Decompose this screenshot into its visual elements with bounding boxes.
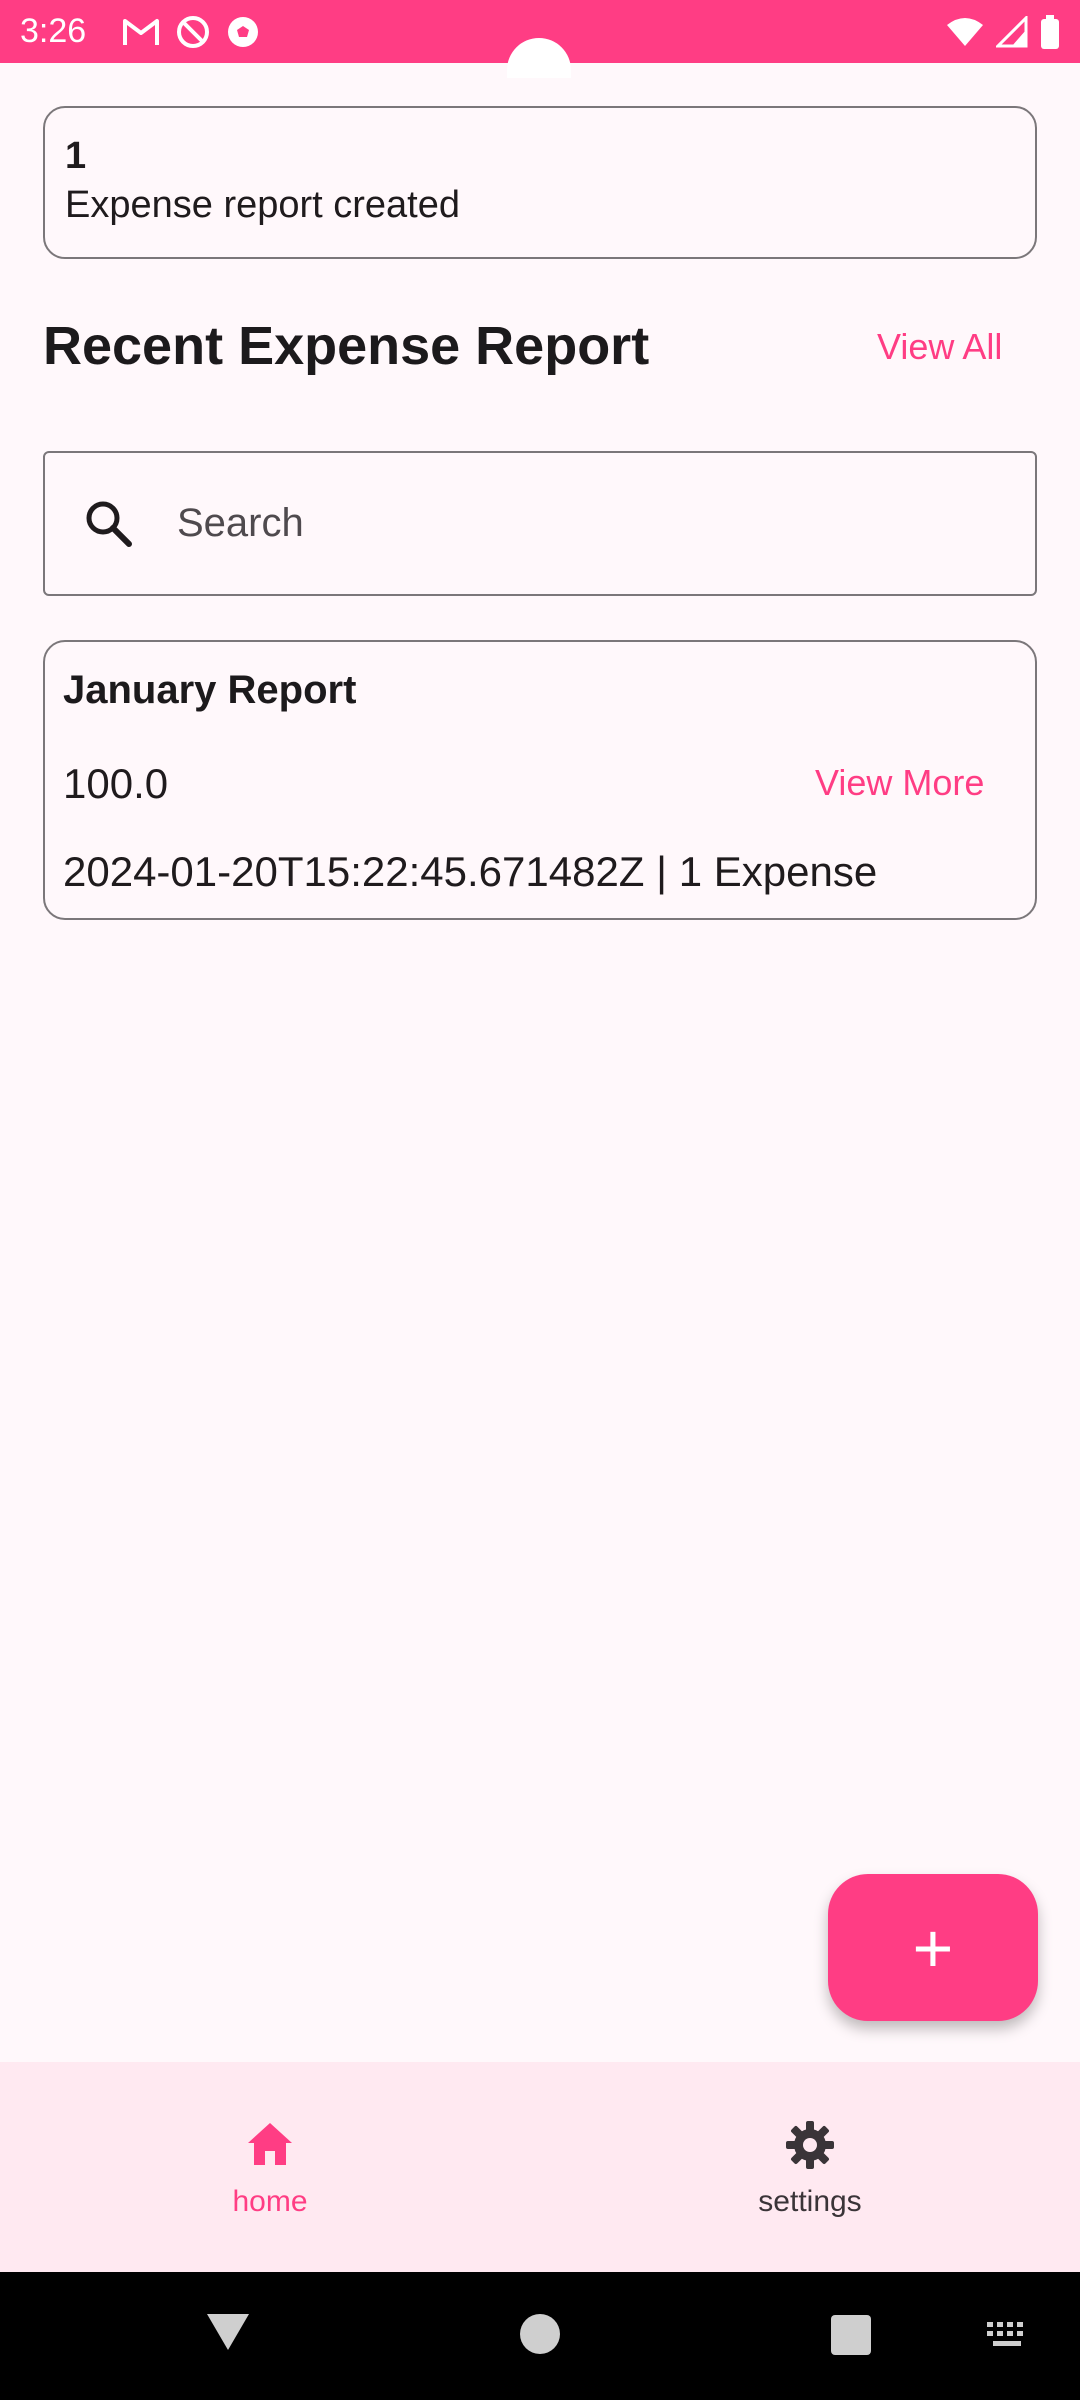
notice-count: 1 xyxy=(65,135,87,177)
keyboard-icon[interactable] xyxy=(985,2316,1031,2352)
system-navigation-bar xyxy=(0,2272,1080,2400)
page-title: Recent Expense Report xyxy=(43,316,650,376)
notice-message: Expense report created xyxy=(65,184,461,226)
report-card[interactable]: January Report 100.0 View More 2024-01-2… xyxy=(43,640,1037,920)
wifi-icon xyxy=(947,17,983,46)
battery-icon xyxy=(1041,14,1059,49)
home-icon xyxy=(248,2123,292,2165)
nav-item-home[interactable]: home xyxy=(0,2062,540,2272)
view-all-button[interactable]: View All xyxy=(877,326,1002,368)
bottom-navigation: home settings xyxy=(0,2062,1080,2272)
soccer-ball-icon xyxy=(228,16,259,47)
report-amount: 100.0 xyxy=(63,760,169,807)
recents-icon[interactable] xyxy=(831,2315,871,2355)
status-left: 3:26 xyxy=(20,12,260,51)
gmail-icon xyxy=(123,18,160,45)
report-meta: 2024-01-20T15:22:45.671482Z | 1 Expense xyxy=(63,848,878,895)
back-icon[interactable] xyxy=(205,2312,251,2352)
search-input[interactable]: Search xyxy=(43,451,1037,596)
nav-label-home: home xyxy=(232,2185,308,2218)
search-icon xyxy=(86,501,132,547)
notice-card: 1 Expense report created xyxy=(43,106,1037,259)
report-title: January Report xyxy=(63,668,357,712)
cell-signal-icon xyxy=(996,15,1028,47)
nav-label-settings: settings xyxy=(758,2185,862,2218)
home-button-icon[interactable] xyxy=(520,2314,560,2354)
status-time: 3:26 xyxy=(20,12,87,50)
status-notification-icons xyxy=(122,15,260,49)
gear-icon xyxy=(786,2121,834,2169)
search-placeholder: Search xyxy=(177,501,304,545)
status-system-icons xyxy=(946,14,1060,49)
nav-item-settings[interactable]: settings xyxy=(540,2062,1080,2272)
add-icon: + xyxy=(912,1908,954,1987)
view-more-button[interactable]: View More xyxy=(815,762,984,804)
do-not-disturb-icon xyxy=(177,15,210,48)
add-report-button[interactable]: + xyxy=(828,1874,1038,2021)
